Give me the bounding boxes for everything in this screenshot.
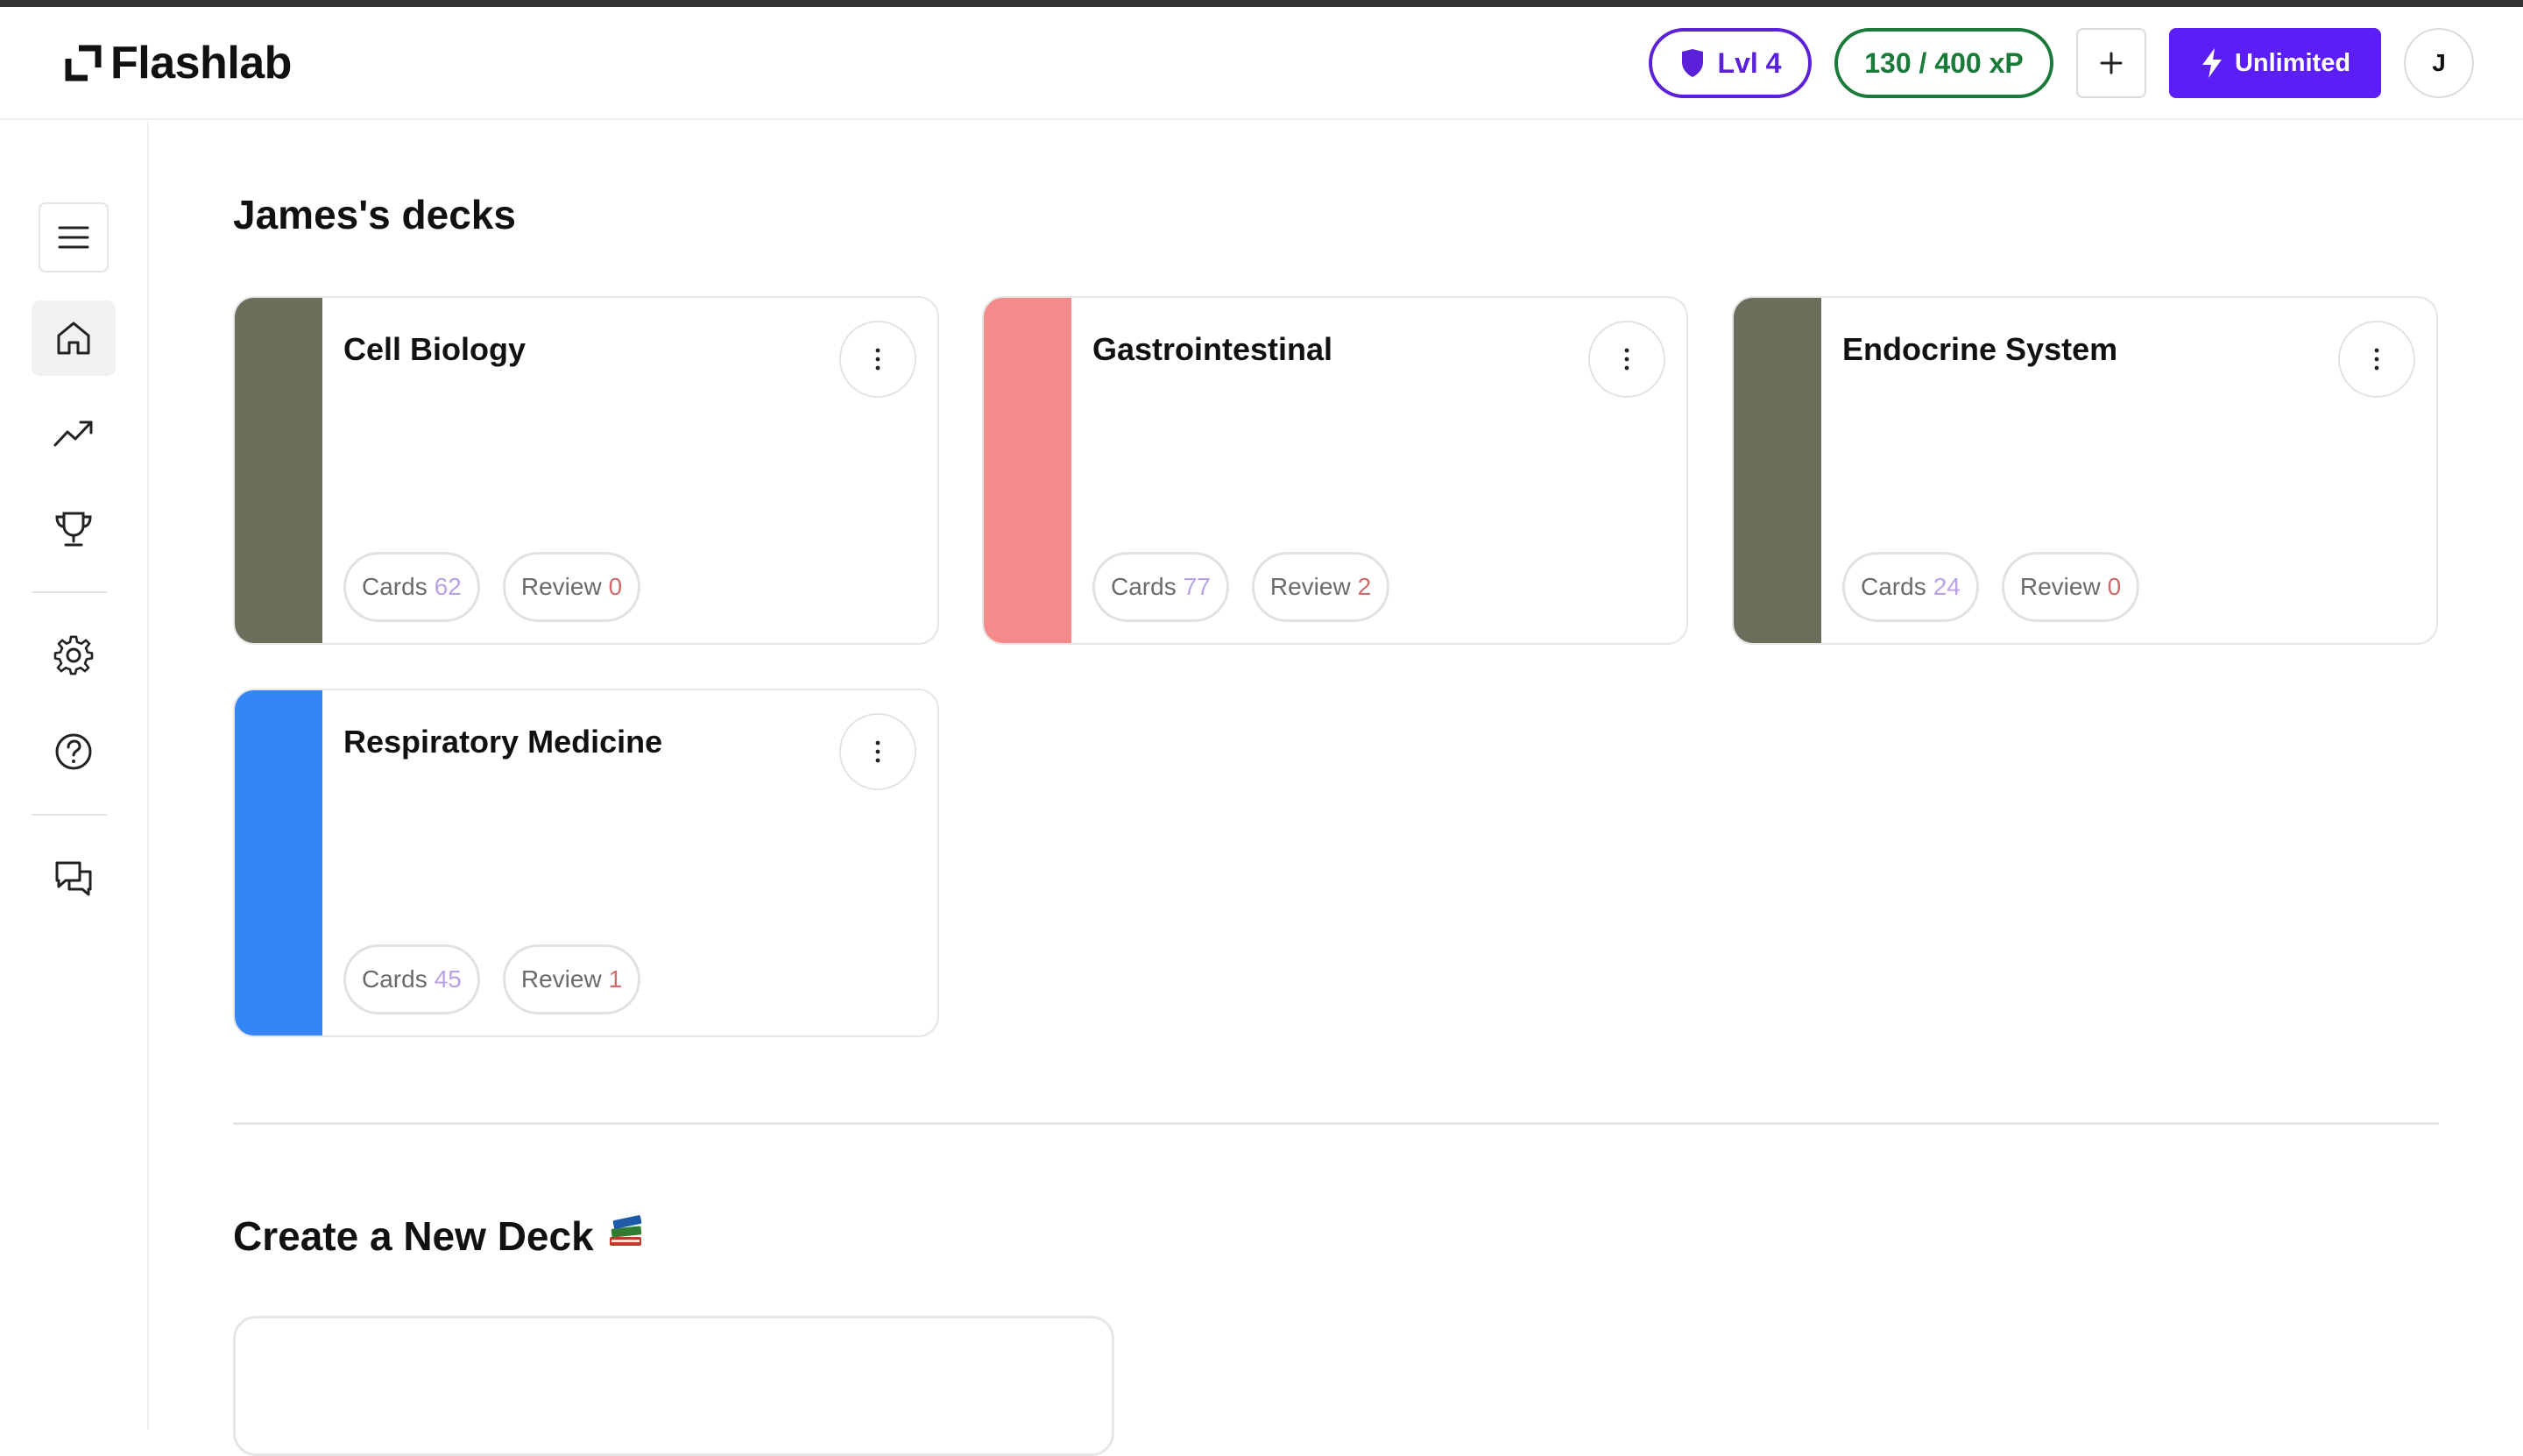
cards-label: Cards xyxy=(1861,573,1926,600)
cards-count-chip: Cards 45 xyxy=(343,944,480,1014)
xp-badge[interactable]: 130 / 400 xP xyxy=(1834,28,2053,98)
deck-title: Cell Biology xyxy=(343,331,527,367)
cards-label: Cards xyxy=(362,965,428,993)
top-accent-bar xyxy=(0,0,2523,7)
cards-count: 24 xyxy=(1933,573,1961,600)
review-count: 0 xyxy=(2107,573,2122,600)
review-label: Review xyxy=(520,965,602,993)
menu-icon xyxy=(58,226,89,249)
deck-stats: Cards 62 Review 0 xyxy=(343,552,641,622)
deck-color-stripe xyxy=(235,298,322,643)
more-vertical-icon xyxy=(2374,348,2379,371)
more-vertical-icon xyxy=(1624,348,1629,371)
decks-heading: James's decks xyxy=(233,192,516,237)
sidebar-item-settings[interactable] xyxy=(32,618,116,693)
sidebar-divider xyxy=(32,814,107,816)
help-circle-icon xyxy=(55,733,92,770)
create-deck-title: Create a New Deck xyxy=(233,1212,594,1259)
review-count: 2 xyxy=(1357,573,1372,600)
review-label: Review xyxy=(1269,573,1351,600)
level-label: Lvl 4 xyxy=(1717,46,1782,79)
header-actions: Lvl 4 130 / 400 xP Unlimited J xyxy=(1649,28,2474,98)
sidebar-item-stats[interactable] xyxy=(32,395,116,470)
deck-stats: Cards 77 Review 2 xyxy=(1092,552,1390,622)
flashlab-logo-icon xyxy=(65,45,102,81)
sidebar xyxy=(0,122,149,1430)
create-deck-card[interactable] xyxy=(233,1316,1114,1456)
review-label: Review xyxy=(520,573,602,600)
avatar-initial: J xyxy=(2432,49,2446,76)
review-label: Review xyxy=(2019,573,2101,600)
books-emoji-icon xyxy=(606,1211,645,1261)
deck-stats: Cards 24 Review 0 xyxy=(1842,552,2140,622)
trophy-icon xyxy=(55,512,92,547)
deck-color-stripe xyxy=(235,690,322,1035)
deck-options-button[interactable] xyxy=(1588,321,1665,398)
sidebar-item-leaderboard[interactable] xyxy=(32,491,116,567)
deck-color-stripe xyxy=(1734,298,1821,643)
sidebar-item-home[interactable] xyxy=(32,300,116,376)
review-count-chip: Review 1 xyxy=(502,944,641,1014)
deck-title: Endocrine System xyxy=(1842,331,2118,367)
sidebar-menu-button[interactable] xyxy=(39,202,109,272)
deck-stats: Cards 45 Review 1 xyxy=(343,944,641,1014)
cards-count: 45 xyxy=(434,965,462,993)
app-logo[interactable]: Flashlab xyxy=(65,37,292,89)
deck-card-endocrine-system[interactable]: Endocrine System Cards 24 Review 0 xyxy=(1732,296,2438,645)
sidebar-item-feedback[interactable] xyxy=(32,840,116,915)
add-button[interactable] xyxy=(2076,28,2146,98)
level-badge[interactable]: Lvl 4 xyxy=(1649,28,1812,98)
cards-count-chip: Cards 24 xyxy=(1842,552,1979,622)
unlimited-button[interactable]: Unlimited xyxy=(2169,28,2381,98)
cards-count: 77 xyxy=(1183,573,1211,600)
more-vertical-icon xyxy=(875,740,880,763)
create-deck-heading: Create a New Deck xyxy=(233,1211,645,1261)
avatar[interactable]: J xyxy=(2404,28,2474,98)
review-count-chip: Review 0 xyxy=(502,552,641,622)
top-header: Flashlab Lvl 4 130 / 400 xP Unlimited J xyxy=(0,7,2523,120)
cards-count-chip: Cards 77 xyxy=(1092,552,1229,622)
review-count-chip: Review 0 xyxy=(2001,552,2140,622)
deck-title: Gastrointestinal xyxy=(1092,331,1333,367)
cards-label: Cards xyxy=(1111,573,1177,600)
deck-title: Respiratory Medicine xyxy=(343,724,663,760)
deck-card-gastrointestinal[interactable]: Gastrointestinal Cards 77 Review 2 xyxy=(982,296,1688,645)
deck-color-stripe xyxy=(984,298,1071,643)
review-count: 1 xyxy=(608,965,623,993)
cards-label: Cards xyxy=(362,573,428,600)
home-icon xyxy=(57,322,90,355)
unlimited-label: Unlimited xyxy=(2234,48,2351,77)
sidebar-divider xyxy=(32,591,107,593)
chat-bubbles-icon xyxy=(55,861,92,896)
deck-card-cell-biology[interactable]: Cell Biology Cards 62 Review 0 xyxy=(233,296,939,645)
deck-options-button[interactable] xyxy=(2338,321,2415,398)
more-vertical-icon xyxy=(875,348,880,371)
section-divider xyxy=(233,1122,2439,1125)
lightning-icon xyxy=(2201,48,2222,78)
deck-options-button[interactable] xyxy=(839,713,916,790)
app-name: Flashlab xyxy=(110,38,292,88)
gear-icon xyxy=(53,635,94,675)
shield-icon xyxy=(1681,49,1703,77)
cards-count-chip: Cards 62 xyxy=(343,552,480,622)
cards-count: 62 xyxy=(434,573,462,600)
deck-options-button[interactable] xyxy=(839,321,916,398)
sidebar-item-help[interactable] xyxy=(32,714,116,789)
review-count: 0 xyxy=(608,573,623,600)
plus-icon xyxy=(2100,52,2123,74)
trending-up-icon xyxy=(53,421,93,447)
xp-label: 130 / 400 xP xyxy=(1864,46,2024,79)
review-count-chip: Review 2 xyxy=(1251,552,1390,622)
deck-card-respiratory-medicine[interactable]: Respiratory Medicine Cards 45 Review 1 xyxy=(233,689,939,1037)
